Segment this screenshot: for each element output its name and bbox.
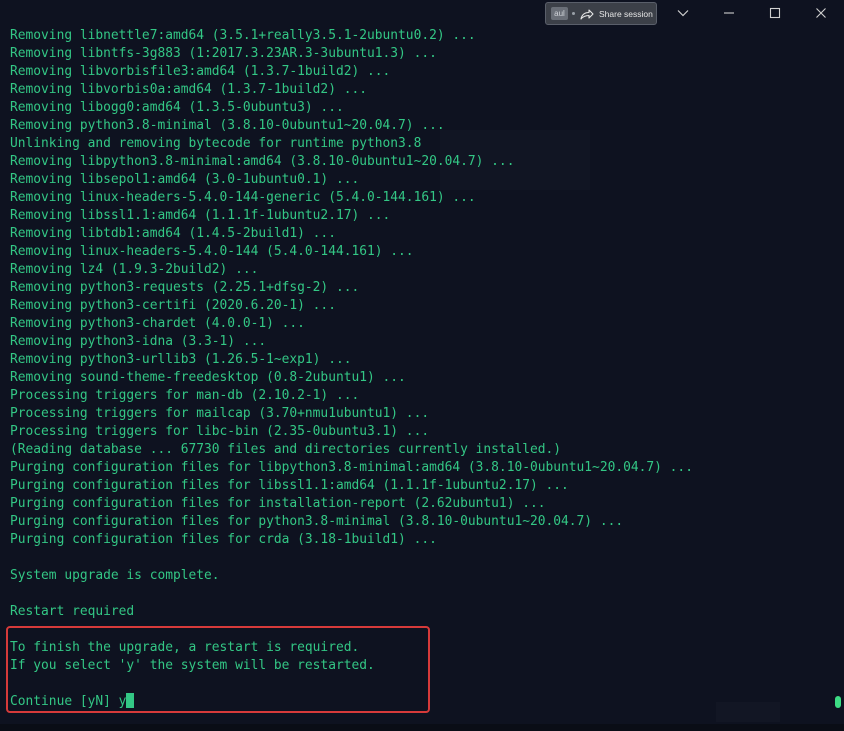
terminal-line: Removing libpython3.8-minimal:amd64 (3.8… [10,154,515,169]
terminal-line: Removing libnettle7:amd64 (3.5.1+really3… [10,28,476,43]
terminal-line: Removing libsepol1:amd64 (3.0-1ubuntu0.1… [10,172,360,187]
terminal-line: Purging configuration files for installa… [10,496,546,511]
terminal-line: Restart required [10,604,135,619]
terminal-line: Purging configuration files for libpytho… [10,460,693,475]
restart-prompt-highlight [6,626,430,713]
title-bar: aul Share session [0,0,844,28]
terminal-line: Removing lz4 (1.9.3-2build2) ... [10,262,259,277]
terminal-line: Processing triggers for libc-bin (2.35-0… [10,424,430,439]
terminal-line: Removing libntfs-3g883 (1:2017.3.23AR.3-… [10,46,437,61]
terminal-line: Removing libogg0:amd64 (1.3.5-0ubuntu3) … [10,100,344,115]
terminal-line: Removing python3-idna (3.3-1) ... [10,334,267,349]
terminal-line: Removing libssl1.1:amd64 (1.1.1f-1ubuntu… [10,208,391,223]
background-artifact [716,702,780,722]
share-session-label: Share session [599,8,653,19]
maximize-icon [769,7,781,19]
close-button[interactable] [798,0,844,26]
terminal-line: Removing libvorbisfile3:amd64 (1.3.7-1bu… [10,64,391,79]
share-session-button[interactable]: aul Share session [545,2,657,25]
maximize-button[interactable] [752,0,798,26]
terminal-line: System upgrade is complete. [10,568,220,583]
terminal-line: Removing python3.8-minimal (3.8.10-0ubun… [10,118,445,133]
terminal-line: Unlinking and removing bytecode for runt… [10,136,422,151]
terminal-line: Purging configuration files for libssl1.… [10,478,569,493]
session-badge: aul [551,7,568,20]
terminal-line: Removing python3-urllib3 (1.26.5-1~exp1)… [10,352,352,367]
share-icon [580,8,594,20]
chevron-down-icon [677,10,689,17]
terminal-line: Removing python3-certifi (2020.6.20-1) .… [10,298,336,313]
terminal-line: Purging configuration files for crda (3.… [10,532,437,547]
terminal-line: Processing triggers for mailcap (3.70+nm… [10,406,430,421]
terminal-line: (Reading database ... 67730 files and di… [10,442,562,457]
minimize-button[interactable] [706,0,752,26]
terminal-line: Removing linux-headers-5.4.0-144 (5.4.0-… [10,244,414,259]
terminal-line: Removing python3-chardet (4.0.0-1) ... [10,316,305,331]
bottom-edge [0,724,844,731]
terminal-line: Removing libvorbis0a:amd64 (1.3.7-1build… [10,82,367,97]
tab-dropdown-button[interactable] [660,0,706,26]
terminal-line: Removing linux-headers-5.4.0-144-generic… [10,190,476,205]
terminal-line: Removing libtdb1:amd64 (1.4.5-2build1) .… [10,226,336,241]
terminal-output[interactable]: Removing libnettle7:amd64 (3.5.1+really3… [10,27,693,711]
terminal-line: Removing sound-theme-freedesktop (0.8-2u… [10,370,406,385]
close-icon [816,8,826,18]
terminal-line: Removing python3-requests (2.25.1+dfsg-2… [10,280,360,295]
separator-dot [572,12,575,15]
scrollbar-thumb[interactable] [835,696,841,708]
minimize-icon [724,12,734,14]
terminal-line: Purging configuration files for python3.… [10,514,624,529]
terminal-window: aul Share session Removing libnettle7:am… [0,0,844,731]
terminal-line: Processing triggers for man-db (2.10.2-1… [10,388,360,403]
